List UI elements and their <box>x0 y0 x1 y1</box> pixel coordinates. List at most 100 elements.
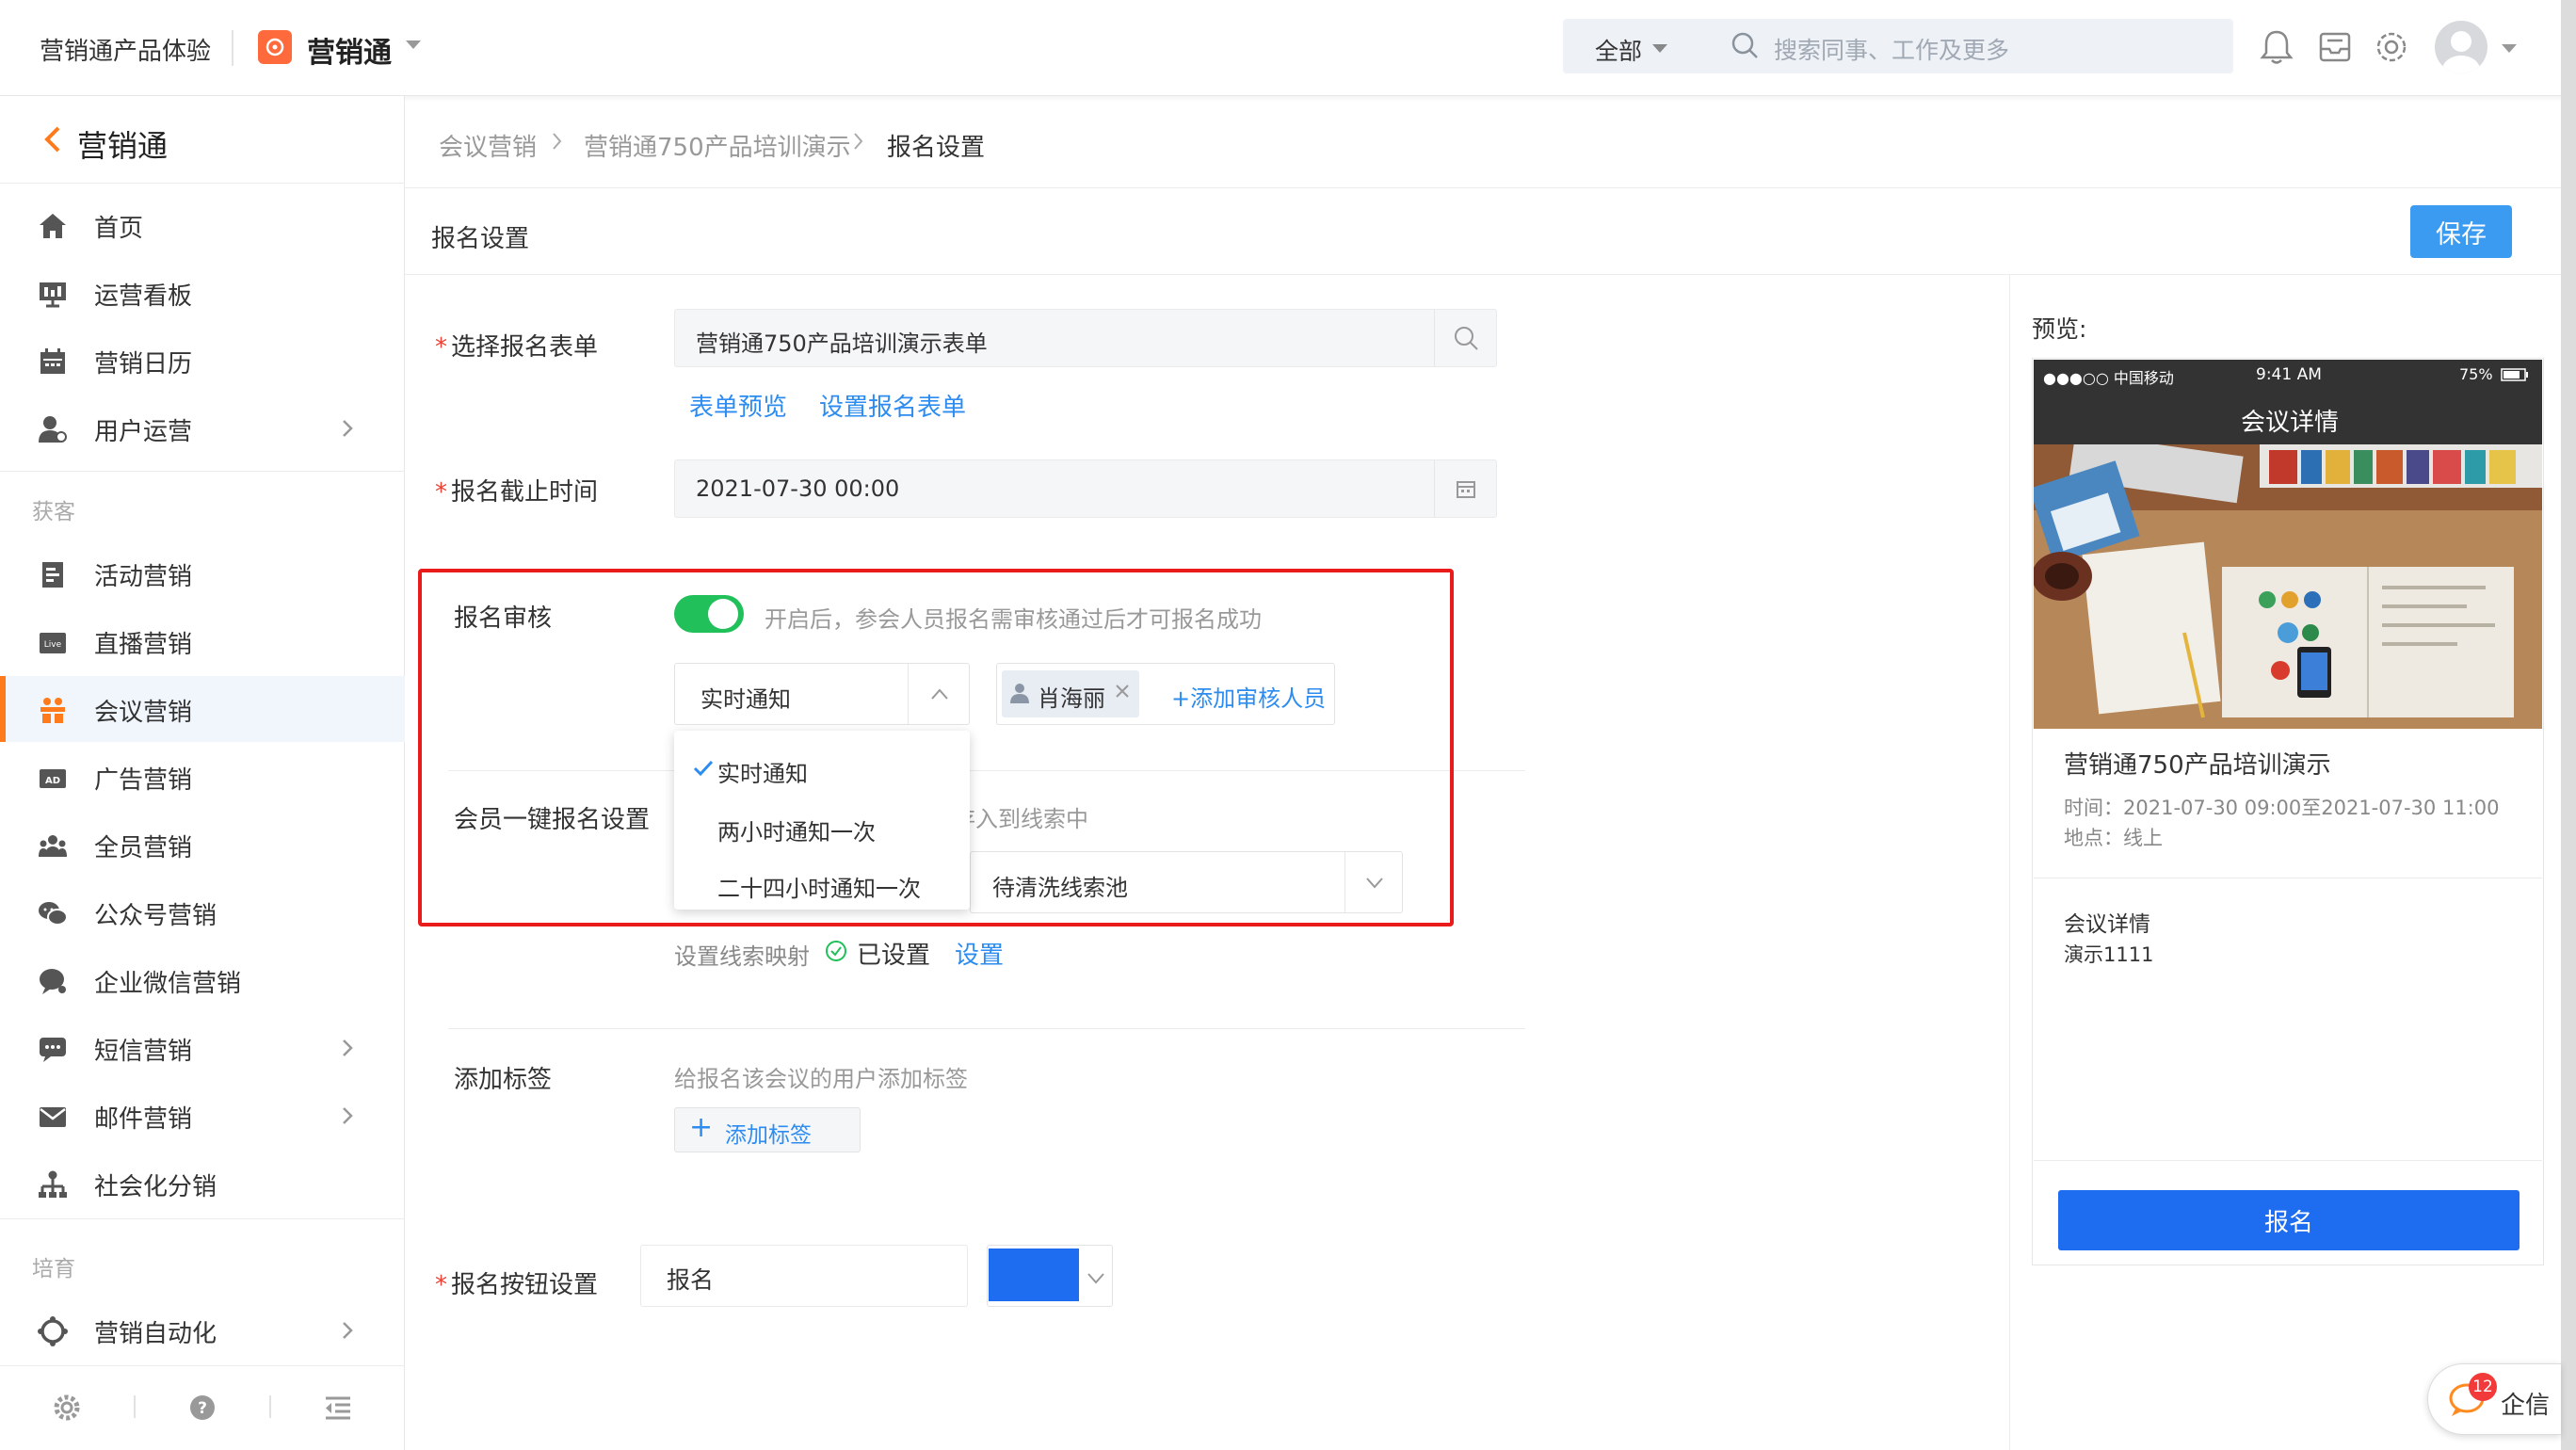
sidebar-item-activity[interactable]: 活动营销 <box>0 540 405 606</box>
page-header <box>405 188 2561 275</box>
group-title-acquire: 获客 <box>32 500 75 524</box>
chevron-right-icon <box>552 132 563 151</box>
battery-text: 75% <box>2459 365 2493 383</box>
tag-hint: 给报名该会议的用户添加标签 <box>674 1066 968 1092</box>
collapse-sidebar-icon[interactable] <box>324 1395 352 1420</box>
form-preview-link[interactable]: 表单预览 <box>689 388 787 423</box>
sms-icon <box>38 1034 68 1064</box>
sidebar-item-wechat[interactable]: 公众号营销 <box>0 879 405 945</box>
preview-label: 预览: <box>2032 315 2087 343</box>
sidebar-title[interactable]: 营销通 <box>77 122 168 166</box>
sidebar-item-label: 营销日历 <box>94 350 193 379</box>
home-icon <box>38 211 68 241</box>
svg-text:?: ? <box>198 1399 207 1418</box>
settings-icon[interactable] <box>53 1394 81 1422</box>
form-set-link[interactable]: 设置报名表单 <box>819 388 966 423</box>
highlight-box <box>418 569 1454 926</box>
meeting-icon <box>38 695 68 725</box>
calendar-icon <box>38 346 68 377</box>
chevron-right-icon <box>341 1105 354 1126</box>
clue-mapping-link[interactable]: 设置 <box>955 936 1004 971</box>
save-button[interactable]: 保存 <box>2410 205 2512 258</box>
sidebar-item-ad[interactable]: AD 广告营销 <box>0 744 405 810</box>
divider <box>0 183 405 184</box>
breadcrumb-current: 报名设置 <box>887 134 986 162</box>
team-icon <box>38 830 68 861</box>
search-scope-select[interactable]: 全部 <box>1595 33 1642 67</box>
chevron-left-icon[interactable] <box>40 124 64 154</box>
app-logo-icon <box>258 30 292 64</box>
gear-icon[interactable] <box>2373 28 2410 66</box>
caret-down-icon[interactable] <box>1651 43 1668 55</box>
wecom-icon <box>38 966 68 996</box>
avatar[interactable] <box>2435 21 2487 73</box>
sidebar-item-meeting[interactable]: 会议营销 <box>0 676 405 742</box>
plus-icon: + <box>689 1111 714 1144</box>
automation-icon <box>38 1316 68 1346</box>
breadcrumb-item[interactable]: 会议营销 <box>439 128 537 163</box>
caret-down-icon[interactable] <box>405 40 422 51</box>
inbox-icon[interactable] <box>2316 28 2354 66</box>
sidebar-item-home[interactable]: 首页 <box>0 192 405 258</box>
sidebar-item-dashboard[interactable]: 运营看板 <box>0 260 405 326</box>
event-cover-image <box>2034 444 2542 729</box>
chevron-right-icon <box>853 132 864 151</box>
sidebar-item-label: 公众号营销 <box>94 902 217 930</box>
tag-label: 添加标签 <box>454 1066 553 1094</box>
sidebar-item-label: 活动营销 <box>94 563 193 591</box>
chevron-right-icon <box>341 418 354 439</box>
activity-icon <box>38 559 68 589</box>
phone-nav-title: 会议详情 <box>2241 409 2340 437</box>
form-select-value: 营销通750产品培训演示表单 <box>696 330 988 357</box>
bell-icon[interactable] <box>2258 28 2295 66</box>
product-name[interactable]: 营销通产品体验 <box>40 32 211 67</box>
dashboard-icon <box>38 279 68 309</box>
sidebar-item-label: 首页 <box>94 215 144 243</box>
breadcrumb-item[interactable]: 营销通750产品培训演示 <box>584 128 851 163</box>
clue-mapping-label: 设置线索映射 <box>674 943 810 970</box>
sidebar-item-automation[interactable]: 营销自动化 <box>0 1297 405 1363</box>
sidebar-item-team[interactable]: 全员营销 <box>0 812 405 878</box>
sidebar-item-distribution[interactable]: 社会化分销 <box>0 1151 405 1216</box>
active-indicator <box>0 676 6 742</box>
chevron-down-icon[interactable] <box>1087 1271 1105 1284</box>
search-input[interactable]: 搜索同事、工作及更多 <box>1774 32 2009 66</box>
sidebar-item-calendar[interactable]: 营销日历 <box>0 328 405 394</box>
help-icon[interactable]: ? <box>188 1394 217 1422</box>
event-place: 地点：线上 <box>2064 827 2163 849</box>
battery-icon <box>2501 368 2529 381</box>
sidebar-item-label: 会议营销 <box>94 699 193 727</box>
check-circle-icon <box>825 940 847 962</box>
app-switcher[interactable]: 营销通 <box>307 29 392 71</box>
deadline-input[interactable]: 2021-07-30 00:00 <box>674 459 1497 518</box>
group-title-nurture: 培育 <box>32 1257 75 1281</box>
sidebar-item-mail[interactable]: 邮件营销 <box>0 1083 405 1149</box>
divider <box>134 1395 136 1418</box>
caret-down-icon[interactable] <box>2501 43 2518 55</box>
chevron-right-icon <box>341 1320 354 1341</box>
live-icon: Live <box>38 627 68 657</box>
sidebar-item-sms[interactable]: 短信营销 <box>0 1015 405 1081</box>
sidebar-item-label: 用户运营 <box>94 418 193 446</box>
detail-title: 会议详情 <box>2064 912 2150 937</box>
sidebar-item-live[interactable]: Live 直播营销 <box>0 608 405 674</box>
user-icon <box>38 414 68 444</box>
event-time: 时间：2021-07-30 09:00至2021-07-30 11:00 <box>2064 797 2500 819</box>
carrier-text: ●●●○○ 中国移动 <box>2043 369 2174 387</box>
wechat-icon <box>38 898 68 928</box>
add-tag-label: 添加标签 <box>725 1123 812 1148</box>
search-icon[interactable] <box>1731 31 1759 59</box>
form-select-input[interactable]: 营销通750产品培训演示表单 <box>674 309 1497 367</box>
button-text-value: 报名 <box>667 1266 715 1294</box>
color-swatch[interactable] <box>989 1249 1079 1301</box>
search-icon[interactable] <box>1434 310 1496 366</box>
signup-button-preview[interactable]: 报名 <box>2058 1190 2520 1250</box>
sidebar-item-user-ops[interactable]: 用户运营 <box>0 395 405 461</box>
event-title: 营销通750产品培训演示 <box>2064 751 2331 780</box>
sidebar-item-label: 营销自动化 <box>94 1320 217 1348</box>
divider <box>269 1395 271 1418</box>
sidebar-item-wecom[interactable]: 企业微信营销 <box>0 947 405 1013</box>
divider <box>2009 275 2010 1450</box>
page-scrollbar[interactable] <box>2561 0 2576 1450</box>
calendar-icon[interactable] <box>1434 460 1496 517</box>
